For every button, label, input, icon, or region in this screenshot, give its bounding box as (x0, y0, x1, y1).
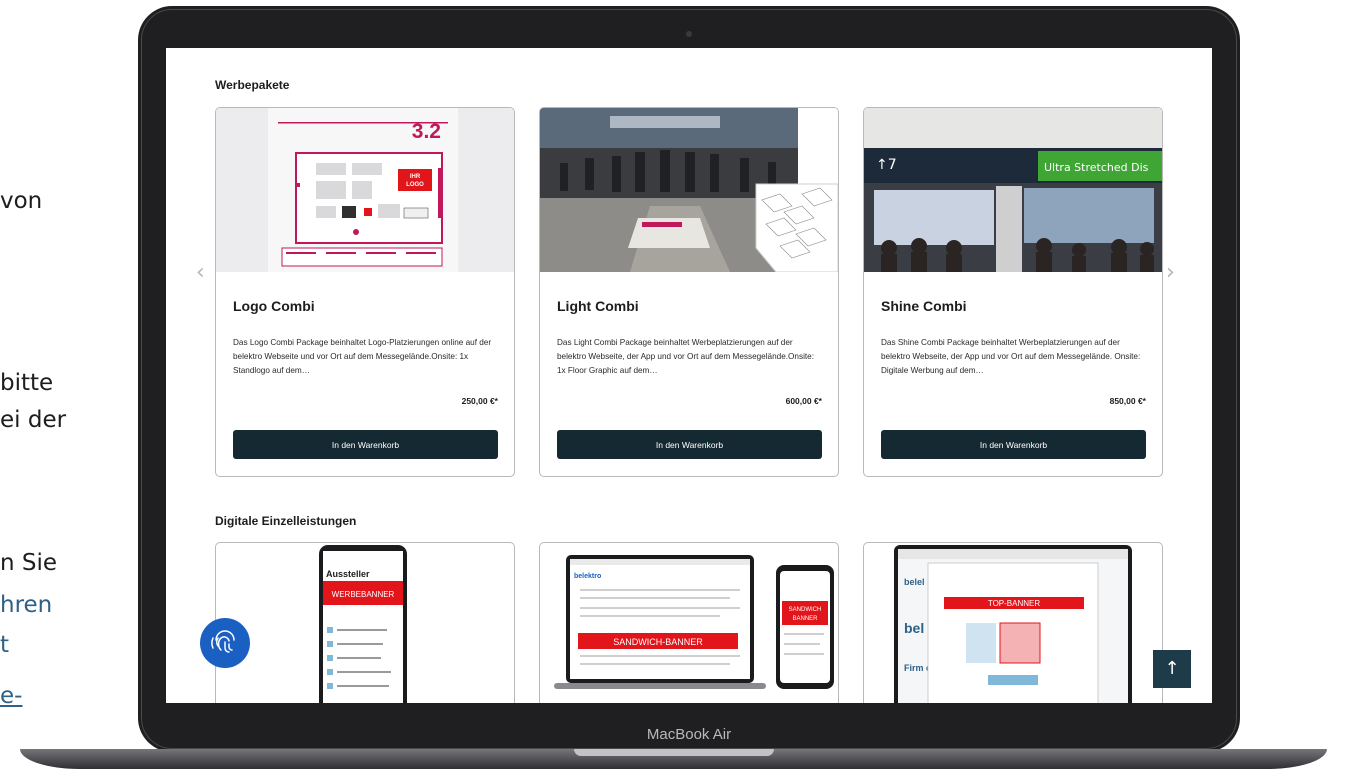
package-price: 600,00 €* (785, 396, 822, 406)
hall-entrance-image: ↑7 Ultra Stretched Dis (864, 108, 1162, 272)
floor-plan-image: 3.2 IHR LOGO (216, 108, 514, 272)
scroll-to-top-button[interactable]: ↑ (1153, 650, 1191, 688)
digital-card-sandwich-banner: belektro SANDWICH-BANNER SANDWICH BANNER (539, 542, 839, 703)
hall-entrance-illustration: ↑7 Ultra Stretched Dis (864, 108, 1162, 272)
section-title-werbepakete: Werbepakete (215, 78, 290, 92)
svg-text:SANDWICH: SANDWICH (789, 607, 822, 613)
hall-number: 3.2 (412, 120, 441, 143)
werbebanner-label: WERBEBANNER (332, 590, 395, 599)
svg-text:LOGO: LOGO (406, 182, 424, 188)
package-description: Das Logo Combi Package beinhaltet Logo-P… (233, 338, 492, 375)
package-card-shine-combi: ↑7 Ultra Stretched Dis Shine Combi Das S… (863, 107, 1163, 477)
add-to-cart-button[interactable]: In den Warenkorb (557, 430, 822, 459)
brand-text: belel (904, 577, 925, 587)
background-text-fragment: n Sie (0, 550, 58, 576)
background-text-fragment: ei der (0, 407, 67, 433)
package-description: Das Light Combi Package beinhaltet Werbe… (557, 338, 814, 375)
package-price: 850,00 €* (1109, 396, 1146, 406)
screen-banner-text: Ultra Stretched Dis (1044, 161, 1149, 174)
digital-card-app-banner: Aussteller WERBEBANNER (215, 542, 515, 703)
top-banner-illustration: belel bel Pro Firm deta TOP-BANNER (894, 545, 1132, 703)
carousel-next-arrow[interactable]: › (1166, 260, 1175, 285)
package-card-light-combi: Light Combi Das Light Combi Package bein… (539, 107, 839, 477)
package-title: Shine Combi (881, 298, 967, 314)
laptop-base-notch (574, 749, 774, 756)
background-text-fragment: hren (0, 592, 53, 618)
svg-text:BANNER: BANNER (792, 616, 818, 622)
package-title: Light Combi (557, 298, 639, 314)
package-title: Logo Combi (233, 298, 315, 314)
add-to-cart-button[interactable]: In den Warenkorb (881, 430, 1146, 459)
hall-photo-image (540, 108, 838, 272)
carousel-prev-arrow[interactable]: ‹ (196, 260, 205, 285)
background-text-fragment: bitte (0, 370, 54, 396)
sandwich-banner-illustration: belektro SANDWICH-BANNER SANDWICH BANNER (554, 555, 834, 689)
brand-text: belektro (574, 573, 601, 580)
camera-icon (686, 31, 692, 37)
package-card-logo-combi: 3.2 IHR LOGO Logo Combi Das Logo Combi P… (215, 107, 515, 477)
hall-photo-illustration (540, 108, 838, 272)
fingerprint-icon[interactable] (200, 618, 250, 668)
floor-plan-illustration: 3.2 IHR LOGO (268, 108, 458, 272)
background-link-fragment[interactable]: e- (0, 681, 22, 712)
package-price: 250,00 €* (461, 396, 498, 406)
fingerprint-glyph (211, 630, 235, 653)
svg-text:IHR: IHR (410, 174, 421, 180)
app-heading: Aussteller (326, 569, 370, 579)
add-to-cart-button[interactable]: In den Warenkorb (233, 430, 498, 459)
app-banner-illustration: Aussteller WERBEBANNER (319, 545, 407, 703)
laptop-model-label: MacBook Air (646, 726, 732, 743)
background-text-fragment: t (0, 632, 10, 658)
package-description: Das Shine Combi Package beinhaltet Werbe… (881, 338, 1141, 375)
digital-card-top-banner: belel bel Pro Firm deta TOP-BANNER (863, 542, 1163, 703)
sandwich-banner-label: SANDWICH-BANNER (613, 637, 703, 647)
laptop-screen: Werbepakete ‹ › 3.2 IHR LOGO Logo Combi … (166, 48, 1212, 703)
section-title-digitale-einzelleistungen: Digitale Einzelleistungen (215, 514, 357, 528)
background-text-fragment: von (0, 188, 43, 214)
direction-sign: ↑7 (876, 157, 897, 173)
top-banner-label: TOP-BANNER (988, 599, 1041, 608)
